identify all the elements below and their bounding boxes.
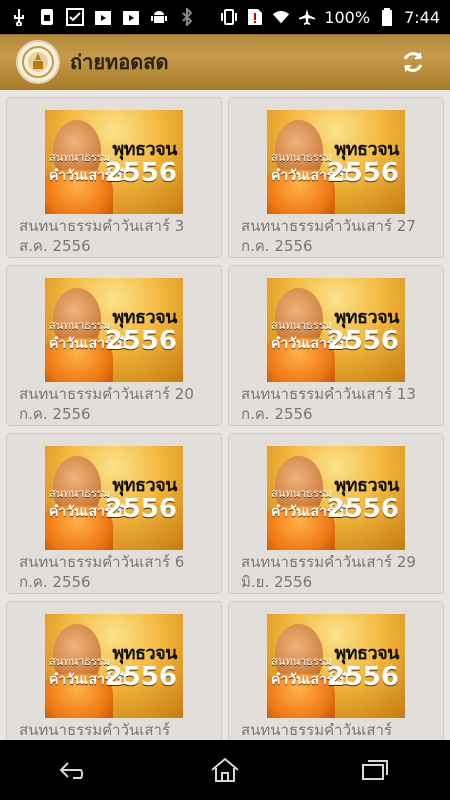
video-thumbnail: สนทนาธรรม พุทธวจน คำวันเสาร์ ปี 2556 [267, 110, 405, 214]
video-card[interactable]: สนทนาธรรม พุทธวจน คำวันเสาร์ ปี 2556 สนท… [228, 265, 444, 426]
video-thumbnail: สนทนาธรรม พุทธวจน คำวันเสาร์ ปี 2556 [267, 278, 405, 382]
status-bar: 100% 7:44 [0, 0, 450, 34]
video-title: สนทนาธรรมคำวันเสาร์ 6 ก.ค. 2556 [19, 553, 185, 591]
wifi-icon [272, 8, 290, 26]
video-thumbnail: สนทนาธรรม พุทธวจน คำวันเสาร์ ปี 2556 [267, 446, 405, 550]
thumbnail-year: 2556 [326, 326, 399, 356]
thumbnail-year: 2556 [104, 158, 177, 188]
thumbnail-year: 2556 [326, 494, 399, 524]
usb-icon [10, 8, 28, 26]
video-title: สนทนาธรรมคำวันเสาร์ 3 ส.ค. 2556 [19, 217, 185, 255]
video-thumbnail: สนทนาธรรม พุทธวจน คำวันเสาร์ ปี 2556 [45, 446, 183, 550]
video-card[interactable]: สนทนาธรรม พุทธวจน คำวันเสาร์ ปี 2556 สนท… [6, 97, 222, 258]
video-title: สนทนาธรรมคำวันเสาร์ 20 ก.ค. 2556 [19, 385, 194, 423]
sim-icon [38, 8, 56, 26]
video-grid-inner: สนทนาธรรม พุทธวจน คำวันเสาร์ ปี 2556 สนท… [6, 97, 444, 740]
thumbnail-year: 2556 [326, 158, 399, 188]
airplane-icon [298, 8, 316, 26]
battery-icon [378, 8, 396, 26]
home-icon[interactable] [199, 750, 251, 790]
video-title: สนทนาธรรมคำวันเสาร์ 13 ก.ค. 2556 [241, 385, 416, 423]
thumbnail-year: 2556 [104, 662, 177, 692]
thumbnail-small-text: สนทนาธรรม [271, 319, 332, 332]
status-right: 100% 7:44 [220, 8, 450, 27]
video-title: สนทนาธรรมคำวันเสาร์ 29 มิ.ย. 2556 [241, 553, 416, 591]
recent-apps-icon[interactable] [349, 750, 401, 790]
navigation-bar [0, 740, 450, 800]
thumbnail-small-text: สนทนาธรรม [271, 655, 332, 668]
app-title: ถ่ายทอดสด [70, 50, 169, 74]
video-thumbnail: สนทนาธรรม พุทธวจน คำวันเสาร์ ปี 2556 [45, 110, 183, 214]
thumbnail-year: 2556 [326, 662, 399, 692]
back-icon[interactable] [49, 750, 101, 790]
bluetooth-icon [178, 8, 196, 26]
thumbnail-small-text: สนทนาธรรม [49, 151, 110, 164]
video-card[interactable]: สนทนาธรรม พุทธวจน คำวันเสาร์ ปี 2556 สนท… [228, 601, 444, 740]
video-card[interactable]: สนทนาธรรม พุทธวจน คำวันเสาร์ ปี 2556 สนท… [228, 433, 444, 594]
video-title: สนทนาธรรมคำวันเสาร์ [241, 721, 393, 739]
video-thumbnail: สนทนาธรรม พุทธวจน คำวันเสาร์ ปี 2556 [45, 278, 183, 382]
video-card[interactable]: สนทนาธรรม พุทธวจน คำวันเสาร์ ปี 2556 สนท… [6, 601, 222, 740]
video-thumbnail: สนทนาธรรม พุทธวจน คำวันเสาร์ ปี 2556 [45, 614, 183, 718]
temple-logo-icon[interactable] [16, 40, 60, 84]
refresh-icon[interactable] [398, 47, 428, 77]
thumbnail-small-text: สนทนาธรรม [49, 487, 110, 500]
thumbnail-year: 2556 [104, 326, 177, 356]
thumbnail-year: 2556 [104, 494, 177, 524]
thumbnail-small-text: สนทนาธรรม [49, 319, 110, 332]
clock: 7:44 [404, 7, 440, 27]
video-card[interactable]: สนทนาธรรม พุทธวจน คำวันเสาร์ ปี 2556 สนท… [6, 433, 222, 594]
video-thumbnail: สนทนาธรรม พุทธวจน คำวันเสาร์ ปี 2556 [267, 614, 405, 718]
app-bar: ถ่ายทอดสด [0, 34, 450, 90]
video-title: สนทนาธรรมคำวันเสาร์ [19, 721, 171, 739]
battery-percent: 100% [324, 7, 371, 27]
video-grid: สนทนาธรรม พุทธวจน คำวันเสาร์ ปี 2556 สนท… [0, 90, 450, 740]
android-icon [150, 8, 168, 26]
sd-warning-icon [246, 8, 264, 26]
thumbnail-small-text: สนทนาธรรม [271, 487, 332, 500]
play-store-icon [122, 8, 140, 26]
thumbnail-small-text: สนทนาธรรม [49, 655, 110, 668]
play-store-icon [94, 8, 112, 26]
checkbox-icon [66, 8, 84, 26]
thumbnail-small-text: สนทนาธรรม [271, 151, 332, 164]
video-title: สนทนาธรรมคำวันเสาร์ 27 ก.ค. 2556 [241, 217, 416, 255]
video-card[interactable]: สนทนาธรรม พุทธวจน คำวันเสาร์ ปี 2556 สนท… [228, 97, 444, 258]
video-card[interactable]: สนทนาธรรม พุทธวจน คำวันเสาร์ ปี 2556 สนท… [6, 265, 222, 426]
status-left [0, 8, 196, 26]
vibrate-icon [220, 8, 238, 26]
